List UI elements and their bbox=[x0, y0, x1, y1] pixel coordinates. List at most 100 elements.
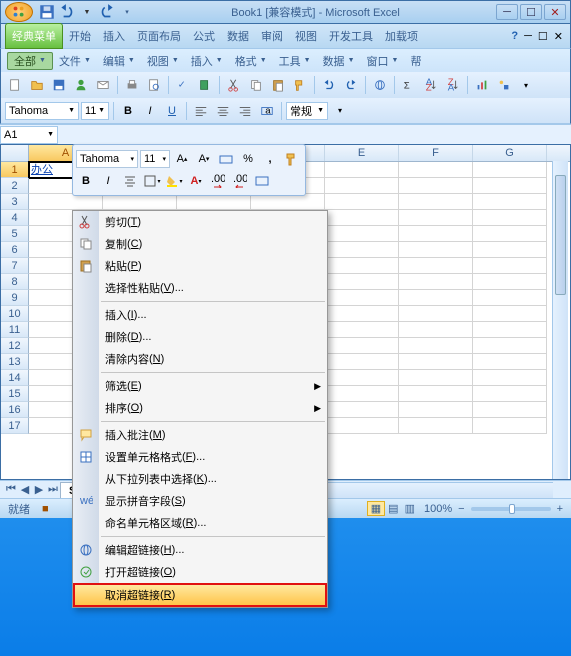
qat-dropdown-icon[interactable]: ▼ bbox=[78, 3, 96, 21]
align-center-icon[interactable] bbox=[120, 171, 140, 191]
email-icon[interactable] bbox=[93, 75, 113, 95]
merge-icon[interactable] bbox=[252, 171, 272, 191]
ctx-remove-hyperlink[interactable]: 取消超链接(R) bbox=[73, 583, 327, 607]
cell[interactable] bbox=[325, 242, 399, 258]
row-header[interactable]: 14 bbox=[1, 370, 29, 386]
cell[interactable] bbox=[473, 178, 547, 194]
borders-icon[interactable]: ▾ bbox=[142, 171, 162, 191]
cell[interactable] bbox=[473, 162, 547, 178]
cell[interactable] bbox=[325, 210, 399, 226]
font-family-select[interactable]: Tahoma▼ bbox=[5, 102, 79, 120]
cell[interactable] bbox=[399, 242, 473, 258]
ctx-paste[interactable]: 粘贴(P) bbox=[73, 255, 327, 277]
row-header[interactable]: 13 bbox=[1, 354, 29, 370]
cell[interactable] bbox=[325, 402, 399, 418]
tab-insert[interactable]: 插入 bbox=[97, 24, 131, 48]
row-header[interactable]: 9 bbox=[1, 290, 29, 306]
ctx-name-range[interactable]: 命名单元格区域(R)... bbox=[73, 512, 327, 534]
chart-icon[interactable] bbox=[472, 75, 492, 95]
ctx-paste-special[interactable]: 选择性粘贴(V)... bbox=[73, 277, 327, 299]
row-header[interactable]: 3 bbox=[1, 194, 29, 210]
menu-view[interactable]: 视图▼ bbox=[141, 53, 185, 69]
permission-icon[interactable] bbox=[71, 75, 91, 95]
cell[interactable] bbox=[325, 386, 399, 402]
cell[interactable] bbox=[325, 354, 399, 370]
font-color-icon[interactable]: A▾ bbox=[186, 171, 206, 191]
cell[interactable] bbox=[29, 194, 103, 210]
tab-nav-last-icon[interactable]: ⏭ bbox=[46, 483, 60, 496]
help-icon[interactable]: ? bbox=[511, 30, 518, 42]
view-break-icon[interactable]: ▥ bbox=[402, 502, 418, 515]
cell[interactable] bbox=[177, 194, 251, 210]
cell[interactable] bbox=[399, 306, 473, 322]
zoom-out-button[interactable]: − bbox=[458, 503, 464, 515]
open-icon[interactable] bbox=[27, 75, 47, 95]
percent-icon[interactable]: % bbox=[238, 149, 258, 169]
underline-button[interactable]: U bbox=[162, 101, 182, 121]
cell[interactable] bbox=[325, 418, 399, 434]
cell[interactable] bbox=[473, 274, 547, 290]
view-layout-icon[interactable]: ▤ bbox=[385, 502, 401, 515]
ctx-insert-comment[interactable]: 插入批注(M) bbox=[73, 424, 327, 446]
menu-file[interactable]: 文件▼ bbox=[53, 53, 97, 69]
research-icon[interactable] bbox=[195, 75, 215, 95]
mini-font-family[interactable]: Tahoma▾ bbox=[76, 150, 138, 168]
zoom-slider[interactable] bbox=[471, 507, 551, 511]
cell[interactable] bbox=[399, 162, 473, 178]
cell[interactable] bbox=[473, 322, 547, 338]
cell[interactable] bbox=[325, 178, 399, 194]
tab-page-layout[interactable]: 页面布局 bbox=[131, 24, 187, 48]
menu-format[interactable]: 格式▼ bbox=[229, 53, 273, 69]
toolbar-more-icon[interactable]: ▾ bbox=[516, 75, 536, 95]
cell[interactable] bbox=[473, 418, 547, 434]
new-icon[interactable] bbox=[5, 75, 25, 95]
print-icon[interactable] bbox=[122, 75, 142, 95]
cell[interactable] bbox=[325, 258, 399, 274]
format-painter-icon[interactable] bbox=[290, 75, 310, 95]
cell[interactable] bbox=[399, 194, 473, 210]
save-icon[interactable] bbox=[38, 3, 56, 21]
print-preview-icon[interactable] bbox=[144, 75, 164, 95]
row-header[interactable]: 16 bbox=[1, 402, 29, 418]
row-header[interactable]: 1 bbox=[1, 162, 29, 178]
col-header[interactable]: G bbox=[473, 145, 547, 161]
bold-icon[interactable]: B bbox=[76, 171, 96, 191]
ctx-edit-hyperlink[interactable]: 编辑超链接(H)... bbox=[73, 539, 327, 561]
align-center-icon[interactable] bbox=[213, 101, 233, 121]
cell[interactable] bbox=[325, 338, 399, 354]
cell[interactable] bbox=[473, 370, 547, 386]
row-header[interactable]: 2 bbox=[1, 178, 29, 194]
cell[interactable] bbox=[399, 290, 473, 306]
menu-insert[interactable]: 插入▼ bbox=[185, 53, 229, 69]
tab-developer[interactable]: 开发工具 bbox=[323, 24, 379, 48]
tab-review[interactable]: 审阅 bbox=[255, 24, 289, 48]
qat-more-icon[interactable]: ▾ bbox=[118, 3, 136, 21]
row-header[interactable]: 12 bbox=[1, 338, 29, 354]
vertical-scrollbar[interactable] bbox=[552, 161, 568, 479]
mini-font-size[interactable]: 11▾ bbox=[140, 150, 170, 168]
name-box[interactable]: A1▼ bbox=[0, 126, 58, 144]
row-header[interactable]: 8 bbox=[1, 274, 29, 290]
maximize-button[interactable]: ☐ bbox=[520, 4, 542, 20]
zoom-level[interactable]: 100% bbox=[424, 503, 452, 515]
cell[interactable] bbox=[325, 274, 399, 290]
grow-font-icon[interactable]: A▴ bbox=[172, 149, 192, 169]
tab-addins[interactable]: 加载项 bbox=[379, 24, 424, 48]
ctx-sort[interactable]: 排序(O)▶ bbox=[73, 397, 327, 419]
fill-color-icon[interactable]: ▾ bbox=[164, 171, 184, 191]
ctx-insert[interactable]: 插入(I)... bbox=[73, 304, 327, 326]
tab-view[interactable]: 视图 bbox=[289, 24, 323, 48]
tab-nav-prev-icon[interactable]: ◀ bbox=[18, 483, 32, 496]
draw-icon[interactable] bbox=[494, 75, 514, 95]
cell[interactable] bbox=[325, 290, 399, 306]
select-all-corner[interactable] bbox=[1, 145, 29, 161]
increase-decimal-icon[interactable]: .00 bbox=[230, 171, 250, 191]
cell[interactable] bbox=[399, 258, 473, 274]
ctx-cut[interactable]: 剪切(T) bbox=[73, 211, 327, 233]
row-header[interactable]: 10 bbox=[1, 306, 29, 322]
number-format-select[interactable]: 常规▼ bbox=[286, 102, 328, 120]
cell[interactable] bbox=[473, 338, 547, 354]
paste-icon[interactable] bbox=[268, 75, 288, 95]
cell[interactable] bbox=[399, 402, 473, 418]
row-header[interactable]: 17 bbox=[1, 418, 29, 434]
